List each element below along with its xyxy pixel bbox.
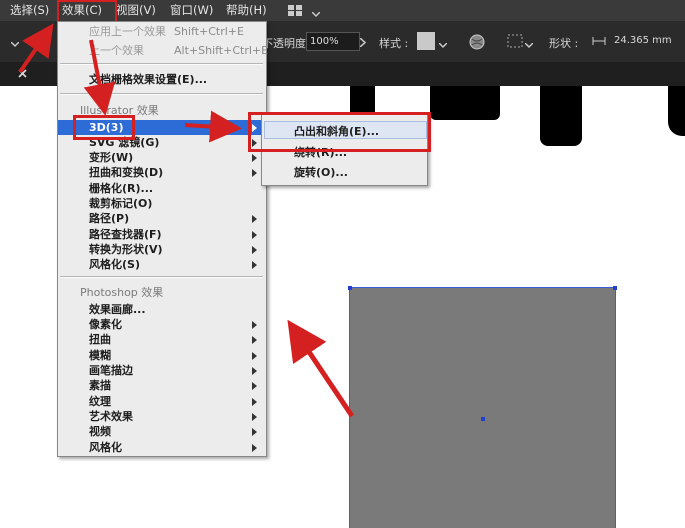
annotation-arrows: [18, 23, 355, 418]
annotation-arrow: [287, 319, 355, 418]
annotation-arrow: [184, 110, 242, 143]
annotation-arrow: [18, 23, 54, 74]
annotation-arrow: [83, 39, 116, 116]
